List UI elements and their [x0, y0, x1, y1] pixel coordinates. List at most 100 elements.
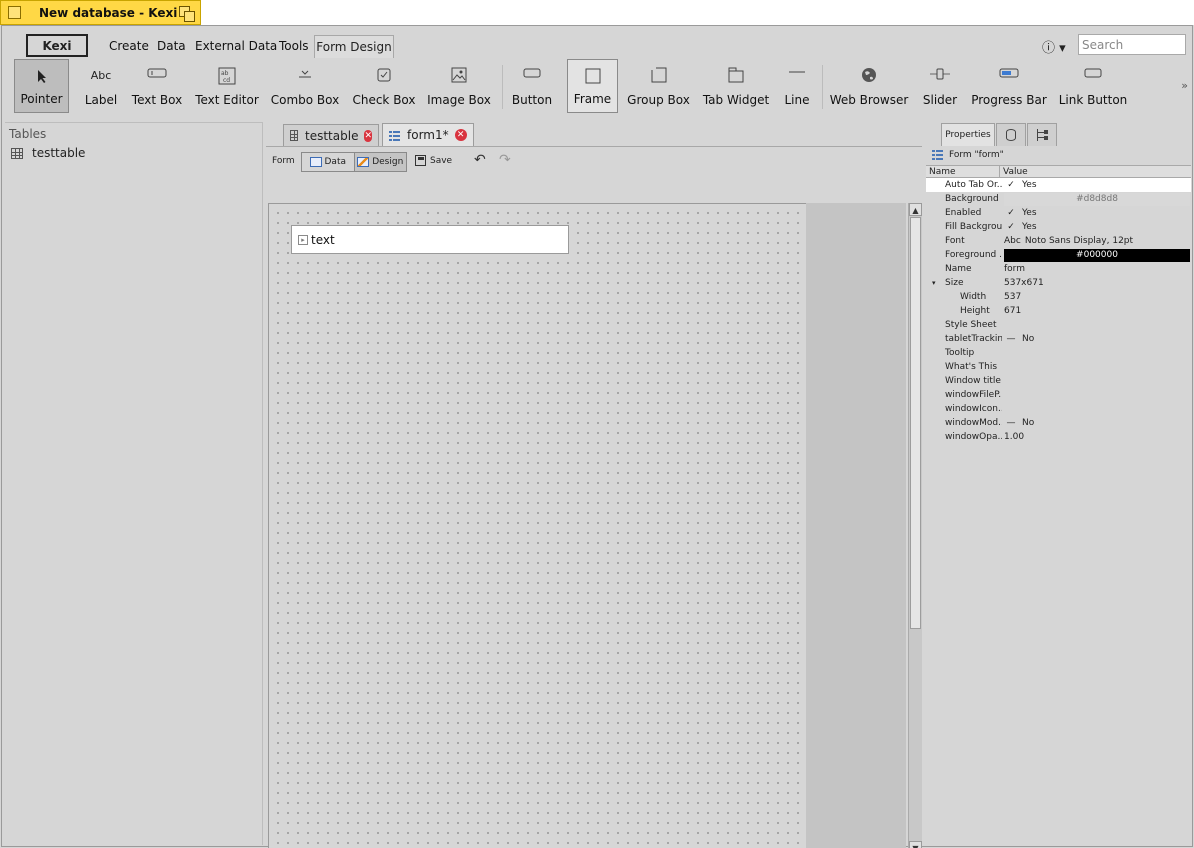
tab-form-design[interactable]: Form Design: [314, 35, 394, 58]
tool-group-box[interactable]: Group Box: [627, 59, 690, 113]
form-canvas[interactable]: ▸ text: [268, 203, 806, 848]
tool-progress-bar[interactable]: Progress Bar: [970, 59, 1048, 113]
color-swatch[interactable]: #000000: [1004, 248, 1190, 262]
property-value[interactable]: #d8d8d8: [1002, 192, 1191, 206]
undo-icon[interactable]: ↶: [474, 152, 486, 168]
save-floppy-icon: [415, 155, 426, 166]
vertical-scrollbar[interactable]: ▲ ▼: [908, 203, 922, 848]
property-row[interactable]: Height 671: [926, 304, 1191, 318]
property-value[interactable]: form: [1002, 263, 1191, 276]
kexi-app-button[interactable]: Kexi: [26, 34, 88, 57]
property-row[interactable]: windowMod... — No: [926, 416, 1191, 430]
property-row[interactable]: ▾ Size 537x671: [926, 276, 1191, 290]
form-text-widget-label: text: [311, 232, 335, 247]
window-title-tab[interactable]: New database - Kexi: [0, 0, 201, 25]
property-value[interactable]: ✓ Yes: [1002, 207, 1191, 220]
property-value[interactable]: — No: [1002, 417, 1191, 430]
property-value[interactable]: ✓ Yes: [1002, 179, 1191, 192]
save-button[interactable]: Save: [415, 155, 452, 166]
tool-line[interactable]: Line: [780, 59, 814, 113]
tab-data[interactable]: Data: [157, 39, 186, 53]
main-window: Kexi Create Data External Data Tools For…: [1, 25, 1193, 848]
property-value[interactable]: Abc Noto Sans Display, 12pt: [1002, 235, 1191, 248]
property-row[interactable]: Foreground ... #000000: [926, 248, 1191, 262]
tool-check-box[interactable]: Check Box: [352, 59, 416, 113]
tab-widget-tree[interactable]: [1027, 123, 1057, 146]
expand-arrow-icon[interactable]: ▾: [932, 279, 942, 287]
tool-web-browser[interactable]: Web Browser: [829, 59, 909, 113]
property-row[interactable]: Width 537: [926, 290, 1191, 304]
project-navigator: Tables testtable: [5, 122, 263, 845]
tool-label-widget[interactable]: Abc Label: [80, 59, 122, 113]
property-value[interactable]: #000000: [1002, 248, 1191, 262]
design-view-button[interactable]: Design: [353, 153, 406, 171]
property-value[interactable]: ✓ Yes: [1002, 221, 1191, 234]
tool-text-box[interactable]: Text Box: [131, 59, 183, 113]
tool-text-editor[interactable]: ab cd Text Editor: [195, 59, 259, 113]
tool-label: Combo Box: [270, 93, 340, 107]
property-value[interactable]: [1002, 403, 1191, 416]
data-view-button[interactable]: Data: [302, 153, 354, 171]
tab-properties[interactable]: Properties: [941, 123, 995, 146]
link-button-icon: [1084, 68, 1102, 78]
tool-label: Line: [784, 93, 810, 107]
tool-combo-box[interactable]: Combo Box: [270, 59, 340, 113]
property-value[interactable]: 671: [1002, 305, 1191, 318]
restore-window-icon[interactable]: [179, 6, 195, 22]
property-row[interactable]: Fill Backgrou... ✓ Yes: [926, 220, 1191, 234]
form-text-widget[interactable]: ▸ text: [291, 225, 569, 254]
property-row[interactable]: Background ...#d8d8d8: [926, 192, 1191, 206]
property-row[interactable]: Name form: [926, 262, 1191, 276]
property-row[interactable]: Enabled ✓ Yes: [926, 206, 1191, 220]
property-value-text: No: [1022, 333, 1035, 344]
color-swatch[interactable]: #d8d8d8: [1004, 192, 1190, 206]
tool-slider[interactable]: Slider: [919, 59, 961, 113]
property-value[interactable]: — No: [1002, 333, 1191, 346]
property-value[interactable]: 1.00: [1002, 431, 1191, 444]
property-row[interactable]: Auto Tab Or... ✓ Yes: [926, 178, 1191, 192]
redo-icon[interactable]: ↷: [499, 152, 511, 168]
tab-create[interactable]: Create: [109, 39, 149, 53]
form-view-label: Form: [272, 156, 295, 166]
tool-label: Link Button: [1058, 93, 1128, 107]
search-input[interactable]: [1078, 34, 1186, 55]
property-value[interactable]: [1002, 389, 1191, 402]
close-tab-icon[interactable]: ✕: [454, 129, 467, 141]
tool-tab-widget[interactable]: Tab Widget: [703, 59, 769, 113]
property-row[interactable]: tabletTracking — No: [926, 332, 1191, 346]
tool-image-box[interactable]: Image Box: [426, 59, 492, 113]
property-row[interactable]: Style Sheet: [926, 318, 1191, 332]
vertical-scroll-thumb[interactable]: [910, 217, 921, 629]
tool-pointer[interactable]: Pointer: [14, 59, 69, 113]
property-row[interactable]: windowIcon...: [926, 402, 1191, 416]
tab-tools[interactable]: Tools: [279, 39, 309, 53]
tool-label: Label: [84, 93, 118, 107]
property-value[interactable]: [1002, 319, 1191, 332]
doc-tab-form1[interactable]: form1* ✕: [382, 123, 474, 146]
tool-link-button[interactable]: Link Button: [1058, 59, 1128, 113]
property-value[interactable]: [1002, 375, 1191, 388]
tab-data-source[interactable]: [996, 123, 1026, 146]
property-row[interactable]: Window title: [926, 374, 1191, 388]
tool-label: Slider: [922, 93, 958, 107]
navigator-item-testtable[interactable]: testtable: [11, 146, 85, 160]
property-row[interactable]: Tooltip: [926, 346, 1191, 360]
scroll-up-icon[interactable]: ▲: [909, 203, 922, 216]
property-value[interactable]: 537x671: [1002, 277, 1191, 290]
property-value[interactable]: [1002, 361, 1191, 374]
property-value[interactable]: [1002, 347, 1191, 360]
property-row[interactable]: Font Abc Noto Sans Display, 12pt: [926, 234, 1191, 248]
help-info-icon[interactable]: ⓘ ▾: [1042, 37, 1066, 56]
toolbar-overflow-icon[interactable]: »: [1181, 79, 1188, 92]
tab-external-data[interactable]: External Data: [195, 39, 277, 53]
tool-frame[interactable]: Frame: [567, 59, 618, 113]
property-row[interactable]: What's This: [926, 360, 1191, 374]
property-row[interactable]: windowOpa... 1.00: [926, 430, 1191, 444]
property-row[interactable]: windowFileP...: [926, 388, 1191, 402]
doc-tab-testtable[interactable]: testtable ✕: [283, 124, 379, 146]
property-value-text: No: [1022, 417, 1035, 428]
tool-button[interactable]: Button: [510, 59, 554, 113]
close-tab-icon[interactable]: ✕: [364, 129, 372, 142]
property-value[interactable]: 537: [1002, 291, 1191, 304]
scroll-down-icon[interactable]: ▼: [909, 841, 922, 848]
